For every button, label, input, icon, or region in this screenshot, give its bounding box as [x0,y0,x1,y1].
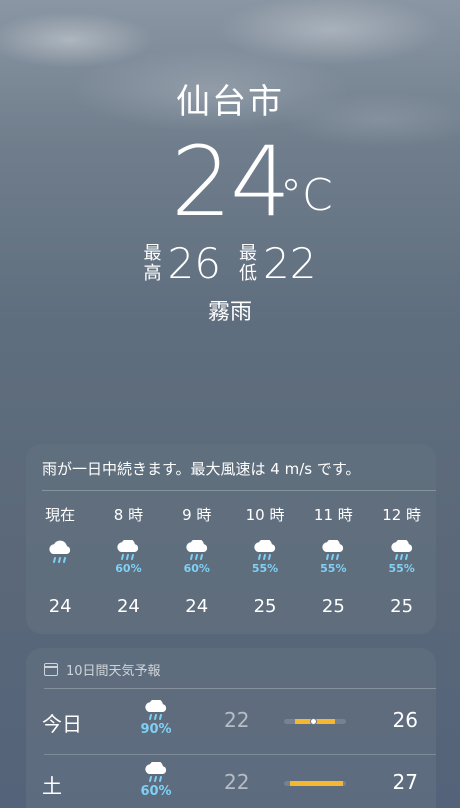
hourly-forecast-card[interactable]: 雨が一日中続きます。最大風速は 4 m/s です。 現在 24 8 時 60% … [26,444,436,634]
condition-text: 霧雨 [207,300,252,325]
divider [44,754,436,755]
current-temperature: 24 [170,126,291,238]
high-group: 最 高 26 [144,242,221,286]
temperature-row: 24 °C [0,132,460,232]
hour-item: 現在 24 [26,504,94,617]
low-group: 最 低 22 [239,242,316,286]
rain-cloud-icon [388,540,416,562]
temperature-unit: °C [280,170,333,221]
day-high: 26 [392,708,418,732]
hour-item: 10 時 55% 25 [231,504,299,617]
hour-time: 12 時 [382,506,422,524]
hour-precip: 60% [115,562,142,575]
hour-time: 現在 [45,506,76,524]
rain-cloud-icon [142,700,170,722]
day-row-saturday[interactable]: 土 60% 22 27 [26,762,436,808]
divider [42,490,436,491]
hourly-summary: 雨が一日中続きます。最大風速は 4 m/s です。 [42,460,361,478]
hourly-list[interactable]: 現在 24 8 時 60% 24 9 時 60% 24 10 時 55% 25 … [26,504,436,617]
day-high: 27 [392,770,418,794]
hour-item: 9 時 60% 24 [163,504,231,617]
hour-temp: 25 [321,596,345,617]
high-low: 最 高 26 最 低 22 [0,242,460,286]
hour-time: 8 時 [113,506,144,524]
hour-temp: 24 [48,596,72,617]
day-precip: 90% [140,722,172,737]
daily-header: 10日間天気予報 [44,660,161,679]
hour-item: 12 時 55% 25 [367,504,435,617]
hour-time: 10 時 [245,506,285,524]
current-weather: 仙台市 24 °C 最 高 26 最 低 22 霧雨 [0,80,460,326]
rain-cloud-icon [114,540,142,562]
city-name: 仙台市 [176,82,284,122]
low-temperature: 22 [263,239,317,288]
hour-precip: 55% [251,562,279,575]
divider [44,688,436,689]
hour-item: 11 時 55% 25 [299,504,367,617]
rain-cloud-icon [251,540,279,562]
calendar-icon [44,663,58,676]
day-low: 22 [224,708,250,732]
current-temp-dot [310,718,317,725]
day-row-today[interactable]: 今日 90% 22 26 [26,700,436,754]
temperature-range-bar [284,781,346,786]
hour-temp: 25 [253,596,277,617]
daily-header-label: 10日間天気予報 [66,664,161,679]
high-temperature: 26 [167,239,221,288]
hour-temp: 24 [116,596,140,617]
temperature-range-bar [284,718,346,725]
rain-cloud-icon [46,540,74,566]
hour-precip: 60% [183,562,210,575]
rain-cloud-icon [142,762,170,784]
low-label: 最 低 [239,243,257,284]
hour-time: 11 時 [313,506,353,524]
hour-time: 9 時 [182,506,212,524]
hour-precip: 55% [320,562,347,575]
day-low: 22 [224,770,250,794]
rain-cloud-icon [183,540,211,562]
hour-item: 8 時 60% 24 [94,504,162,617]
day-name: 土 [42,774,62,798]
ten-day-forecast-card[interactable]: 10日間天気予報 今日 90% 22 26 土 60% 22 27 [26,648,436,808]
high-label: 最 高 [143,243,162,284]
hour-precip: 55% [388,562,415,575]
day-name: 今日 [42,712,82,736]
rain-cloud-icon [319,540,347,562]
hour-temp: 24 [185,596,209,617]
hour-temp: 25 [390,596,414,617]
day-weather: 90% [136,700,176,737]
day-precip: 60% [140,784,172,799]
day-weather: 60% [136,762,176,799]
